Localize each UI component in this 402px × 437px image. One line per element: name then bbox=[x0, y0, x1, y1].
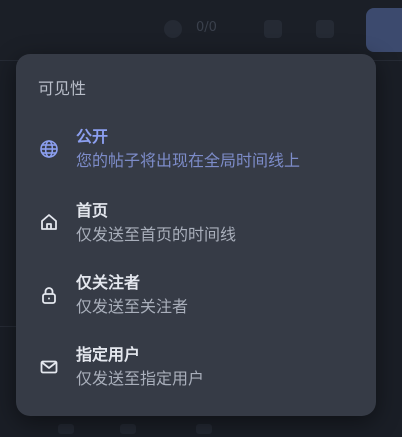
edit-icon[interactable] bbox=[264, 20, 282, 38]
attach-icon[interactable] bbox=[58, 424, 74, 434]
visibility-option-home[interactable]: 首页 仅发送至首页的时间线 bbox=[16, 194, 376, 266]
compose-toolbar: 0/0 bbox=[0, 0, 402, 60]
globe-icon bbox=[39, 139, 59, 159]
character-count: 0/0 bbox=[196, 20, 217, 35]
option-label: 指定用户 bbox=[76, 345, 141, 364]
mail-icon bbox=[39, 357, 59, 377]
option-description: 您的帖子将出现在全局时间线上 bbox=[76, 151, 301, 170]
lock-icon bbox=[39, 285, 59, 305]
visibility-menu: 可见性 公开 您的帖子将出现在全局时间线上 首页 仅发送至首页的时间线 仅关注者… bbox=[16, 54, 376, 416]
home-icon bbox=[39, 212, 59, 232]
visibility-option-followers[interactable]: 仅关注者 仅发送至关注者 bbox=[16, 266, 376, 338]
visibility-option-public[interactable]: 公开 您的帖子将出现在全局时间线上 bbox=[16, 122, 376, 194]
emoji-icon[interactable] bbox=[164, 20, 182, 38]
option-description: 仅发送至指定用户 bbox=[76, 369, 205, 388]
publish-button[interactable] bbox=[366, 8, 402, 52]
poll-icon[interactable] bbox=[120, 424, 136, 434]
menu-title: 可见性 bbox=[38, 79, 87, 98]
option-description: 仅发送至首页的时间线 bbox=[76, 225, 237, 244]
tag-icon[interactable] bbox=[196, 424, 212, 434]
menu-icon[interactable] bbox=[316, 20, 334, 38]
option-label: 公开 bbox=[76, 127, 109, 146]
option-label: 仅关注者 bbox=[76, 273, 141, 292]
option-description: 仅发送至关注者 bbox=[76, 297, 189, 316]
visibility-option-direct[interactable]: 指定用户 仅发送至指定用户 bbox=[16, 338, 376, 410]
divider bbox=[0, 326, 16, 327]
option-label: 首页 bbox=[76, 201, 109, 220]
